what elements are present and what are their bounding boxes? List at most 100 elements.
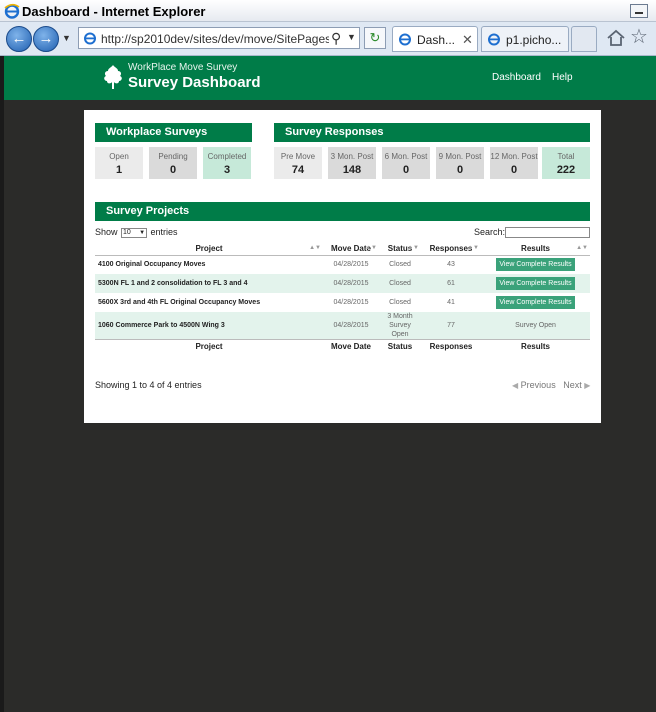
column-header-responses[interactable]: Responses ▲▼ — [421, 243, 481, 256]
stat-label: 6 Mon. Post — [384, 152, 428, 161]
dashboard-card: Workplace Surveys Survey Responses Open … — [84, 110, 601, 423]
view-complete-results-button[interactable]: View Complete Results — [496, 277, 575, 290]
browser-navbar: ← → ▼ http://sp2010dev/sites/dev/move/Si… — [0, 22, 656, 56]
table-info: Showing 1 to 4 of 4 entries — [95, 380, 202, 390]
projects-table: Project ▲▼ Move Date ▲▼ Status ▲▼ Responses… — [95, 243, 590, 354]
cell-status: 3 Month Survey Open — [379, 312, 421, 340]
sort-icon: ▲▼ — [467, 245, 479, 251]
stat-label: 3 Mon. Post — [330, 152, 374, 161]
search-label: Search: — [474, 227, 506, 237]
forward-button[interactable]: → — [33, 26, 59, 52]
table-row: 1060 Commerce Park to 4500N Wing 3 04/28… — [95, 312, 590, 340]
footer-results: Results — [481, 339, 590, 354]
table-footer-row: Project Move Date Status Responses Resul… — [95, 339, 590, 354]
refresh-button[interactable]: ↻ — [364, 27, 386, 49]
cell-move-date: 04/28/2015 — [323, 274, 379, 293]
address-url[interactable]: http://sp2010dev/sites/dev/move/SitePage… — [101, 32, 329, 46]
stat-label: 9 Mon. Post — [438, 152, 482, 161]
page-title: Survey Dashboard — [128, 74, 261, 91]
stat-total: Total 222 — [542, 147, 590, 179]
tab-label: p1.picho... — [506, 33, 562, 47]
view-complete-results-button[interactable]: View Complete Results — [496, 296, 575, 309]
back-button[interactable]: ← — [6, 26, 32, 52]
cell-results: Survey Open — [481, 312, 590, 340]
site-subtitle: WorkPlace Move Survey — [128, 62, 238, 73]
tab-dashboard[interactable]: Dash... ✕ — [392, 26, 478, 52]
cell-responses: 77 — [421, 312, 481, 340]
sort-icon: ▲▼ — [309, 245, 321, 251]
column-header-status[interactable]: Status ▲▼ — [379, 243, 421, 256]
stat-value: 1 — [115, 164, 123, 176]
stat-label: Completed — [207, 152, 247, 161]
stat-open: Open 1 — [95, 147, 143, 179]
oak-leaf-logo-icon — [104, 65, 122, 89]
minimize-button[interactable] — [630, 4, 648, 18]
column-header-project[interactable]: Project ▲▼ — [95, 243, 323, 256]
stat-3-mon-post: 3 Mon. Post 148 — [328, 147, 376, 179]
nav-link-dashboard[interactable]: Dashboard — [492, 72, 541, 83]
window-titlebar: Dashboard - Internet Explorer — [0, 0, 656, 22]
next-button[interactable]: Next — [563, 380, 582, 390]
entries-label: entries — [150, 227, 178, 237]
stat-pending: Pending 0 — [149, 147, 197, 179]
tab-picture[interactable]: p1.picho... — [481, 26, 569, 52]
pagination: ◀ Previous Next ▶ — [512, 380, 590, 390]
table-row: 5600X 3rd and 4th FL Original Occupancy … — [95, 293, 590, 312]
stat-label: Pending — [158, 152, 188, 161]
page-icon — [84, 32, 96, 45]
survey-projects-header: Survey Projects — [95, 202, 590, 221]
new-tab-button[interactable] — [571, 26, 597, 52]
cell-results: View Complete Results — [481, 255, 590, 274]
tab-page-icon — [488, 33, 500, 46]
table-header-row: Project ▲▼ Move Date ▲▼ Status ▲▼ Responses… — [95, 243, 590, 256]
favorites-star-icon[interactable]: ☆ — [630, 27, 648, 47]
page-length-select[interactable]: 10 ▼ — [121, 227, 148, 238]
stat-value: 0 — [510, 164, 518, 176]
previous-button[interactable]: Previous — [521, 380, 556, 390]
footer-move-date: Move Date — [323, 339, 379, 354]
stat-completed: Completed 3 — [203, 147, 251, 179]
cell-move-date: 04/28/2015 — [333, 299, 369, 306]
cell-project: 5600X 3rd and 4th FL Original Occupancy … — [98, 299, 261, 306]
cell-responses: 43 — [447, 261, 455, 269]
nav-link-help[interactable]: Help — [552, 72, 573, 83]
column-header-move-date[interactable]: Move Date ▲▼ — [323, 243, 379, 256]
window-left-edge — [0, 56, 4, 712]
cell-responses: 61 — [421, 274, 481, 293]
stat-value: 0 — [456, 164, 464, 176]
footer-project: Project — [95, 339, 323, 354]
address-bar[interactable]: http://sp2010dev/sites/dev/move/SitePage… — [78, 27, 360, 49]
stat-value: 74 — [291, 164, 305, 176]
survey-responses-header: Survey Responses — [274, 123, 590, 142]
home-icon[interactable] — [606, 28, 626, 48]
close-tab-icon[interactable]: ✕ — [462, 32, 473, 48]
chevron-down-icon: ▼ — [139, 229, 146, 236]
footer-responses: Responses — [421, 339, 481, 354]
chevron-left-icon[interactable]: ◀ — [512, 381, 518, 390]
cell-responses: 41 — [447, 299, 455, 306]
search-icon[interactable]: ⚲ — [331, 30, 341, 47]
stat-pre-move: Pre Move 74 — [274, 147, 322, 179]
stat-value: 0 — [402, 164, 410, 176]
address-dropdown-icon[interactable]: ▼ — [347, 32, 356, 42]
search-input[interactable] — [505, 227, 590, 238]
table-row: 5300N FL 1 and 2 consolidation to FL 3 a… — [95, 274, 590, 293]
chevron-right-icon[interactable]: ▶ — [584, 381, 590, 390]
cell-results: View Complete Results — [481, 274, 590, 293]
stat-label: Total — [557, 152, 575, 161]
tab-page-icon — [399, 33, 411, 46]
stat-value: 222 — [556, 164, 576, 176]
stat-12-mon-post: 12 Mon. Post 0 — [490, 147, 538, 179]
history-dropdown-icon[interactable]: ▼ — [62, 33, 71, 43]
stat-6-mon-post: 6 Mon. Post 0 — [382, 147, 430, 179]
stat-value: 3 — [223, 164, 231, 176]
cell-status: Closed — [389, 261, 411, 269]
column-header-results[interactable]: Results ▲▼ — [481, 243, 590, 256]
footer-status: Status — [379, 339, 421, 354]
ie-logo-icon — [4, 3, 20, 19]
show-label: Show — [95, 227, 118, 237]
cell-results: View Complete Results — [481, 293, 590, 312]
workplace-surveys-header: Workplace Surveys — [95, 123, 252, 142]
cell-project: 1060 Commerce Park to 4500N Wing 3 — [95, 312, 323, 340]
view-complete-results-button[interactable]: View Complete Results — [496, 258, 575, 272]
